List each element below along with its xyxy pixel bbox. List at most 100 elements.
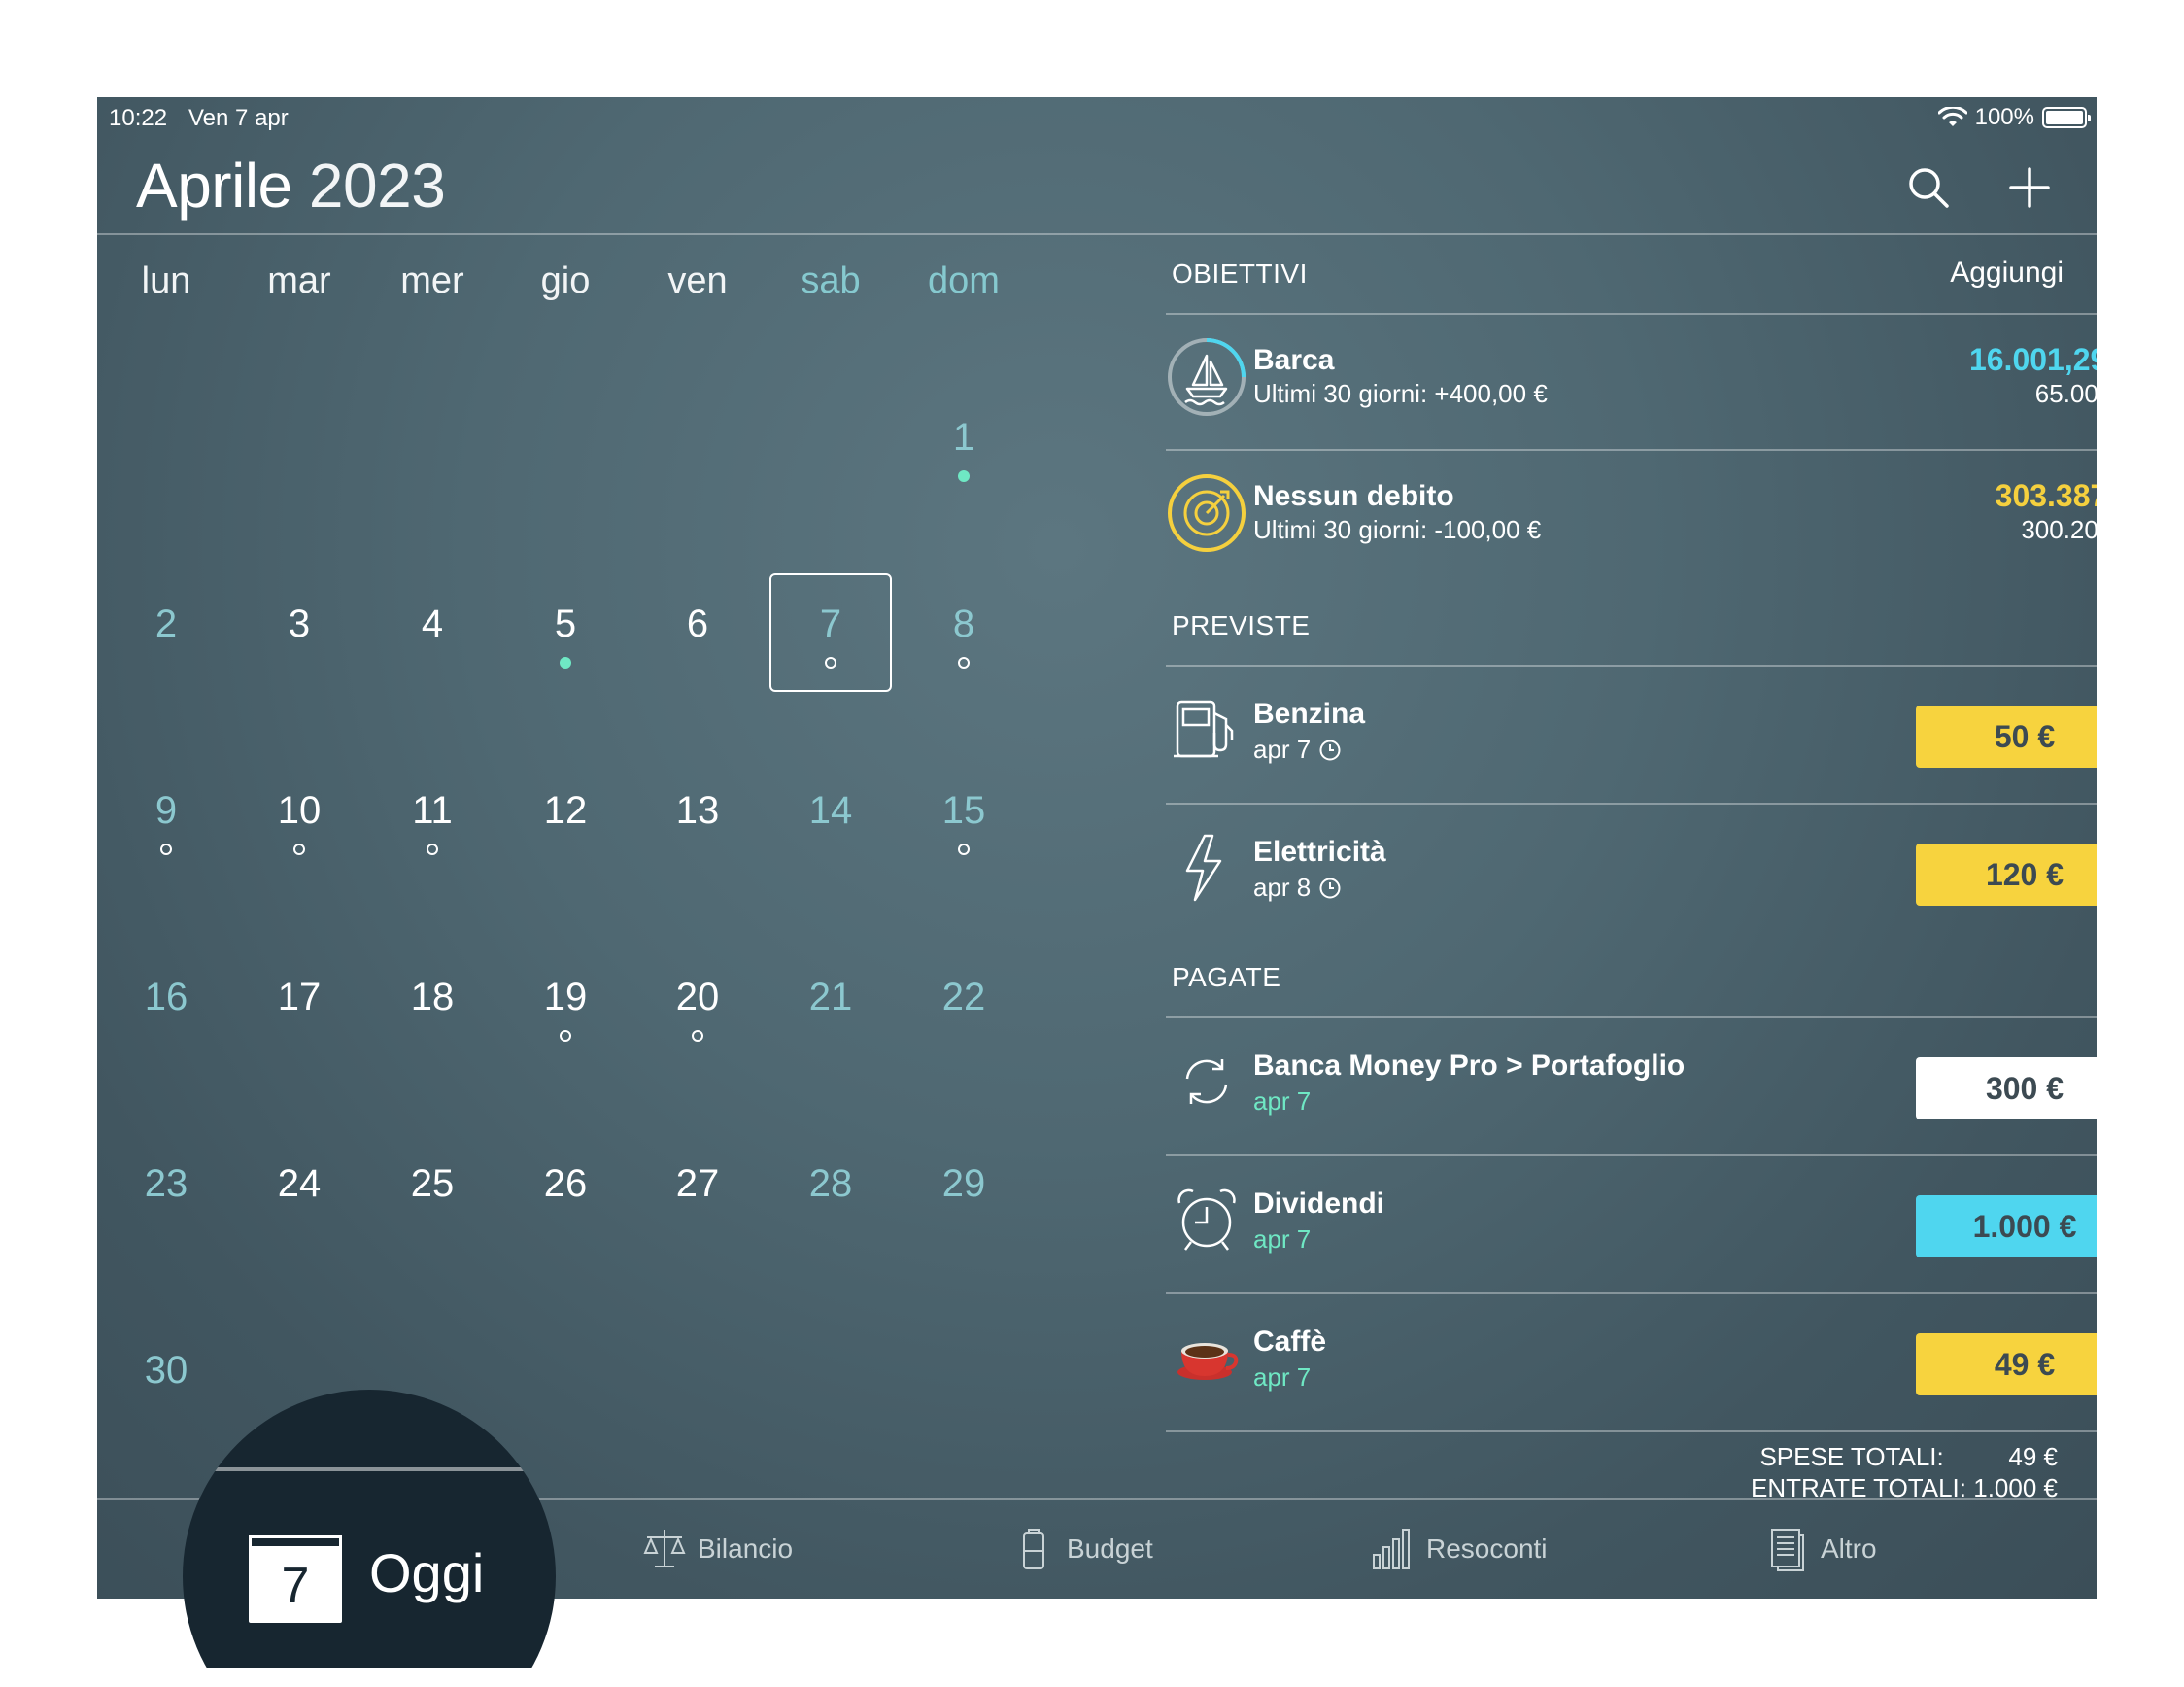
sailboat-icon [1168,338,1246,416]
calendar-day-9[interactable]: 9 [100,764,232,884]
day-number: 18 [410,976,455,1018]
bar-chart-icon [1373,1529,1410,1569]
day-number: 13 [675,789,720,832]
goals-title: OBIETTIVI [1172,258,1308,289]
calendar-day-27[interactable]: 27 [631,1137,764,1257]
day-number: 11 [412,789,453,832]
battery-icon [1023,1529,1044,1569]
day-number: 29 [941,1162,986,1205]
header: Aprile 2023 [97,136,2097,235]
calendar-day-29[interactable]: 29 [898,1137,1030,1257]
event-dot [160,844,172,855]
status-date: Ven 7 apr [188,105,289,131]
day-number: 10 [277,789,322,832]
fuel-pump-icon [1174,700,1234,758]
tab-label: Resoconti [1426,1533,1548,1564]
paid-amount: 49 € [1916,1333,2097,1395]
lightning-icon [1185,834,1222,902]
calendar-day-30[interactable]: 30 [100,1324,232,1444]
goal-amount: 303.387 € [1995,478,2097,513]
page-title: Aprile 2023 [136,150,446,222]
tab-label: Oggi [369,1542,485,1603]
calendar-day-24[interactable]: 24 [233,1137,365,1257]
planned-name: Elettricità [1253,836,1386,868]
summary-panel: OBIETTIVI Aggiungi Barca Ultimi 30 giorn… [1069,235,2097,1596]
event-dot [560,1030,571,1042]
add-goal-button[interactable]: Aggiungi [1950,257,2064,290]
paid-row-dividendi[interactable]: Dividendi apr 7 1.000 € [1166,1156,2097,1292]
clock-icon [1319,740,1341,760]
day-number: 6 [686,602,709,645]
day-number: 16 [144,976,188,1018]
status-time: 10:22 [109,105,168,131]
calendar-day-26[interactable]: 26 [499,1137,631,1257]
goal-row-barca[interactable]: Barca Ultimi 30 giorni: +400,00 € 16.001… [1166,315,2097,451]
add-icon[interactable] [2005,163,2054,212]
calendar-day-6[interactable]: 6 [631,577,764,698]
paid-date: apr 7 [1253,1224,1312,1254]
tab-resoconti[interactable]: Resoconti [1370,1526,1548,1572]
calendar-day-28[interactable]: 28 [765,1137,897,1257]
paid-row-caffe[interactable]: Caffè apr 7 49 € [1166,1294,2097,1430]
planned-row-elettricita[interactable]: Elettricità apr 8 120 € [1166,805,2097,941]
calendar-day-14[interactable]: 14 [765,764,897,884]
day-number: 9 [154,789,178,832]
app-window: 10:22 Ven 7 apr 100% Aprile 2023 lun mar… [97,97,2097,1599]
planned-amount: 50 € [1916,706,2097,768]
calendar-day-22[interactable]: 22 [898,950,1030,1071]
clock-icon [1319,878,1341,898]
planned-name: Benzina [1253,698,1366,730]
status-indicators: 100% [1937,104,2091,131]
planned-title: PREVISTE [1172,610,1311,640]
calendar-day-2[interactable]: 2 [100,577,232,698]
title-year: 2023 [308,151,446,221]
calendar-day-15[interactable]: 15 [898,764,1030,884]
status-bar: 10:22 Ven 7 apr 100% [97,97,2097,136]
calendar-day-5[interactable]: 5 [499,577,631,698]
title-month: Aprile [136,151,292,221]
calendar-day-16[interactable]: 16 [100,950,232,1071]
event-dot [958,844,970,855]
calendar-day-12[interactable]: 12 [499,764,631,884]
scale-icon [643,1530,686,1567]
goal-sub: Ultimi 30 giorni: -100,00 € [1253,515,1542,544]
transfer-icon [1185,1059,1228,1104]
calendar-day-4[interactable]: 4 [366,577,498,698]
calendar-day-18[interactable]: 18 [366,950,498,1071]
goal-name: Nessun debito [1253,480,1454,512]
tab-bilancio[interactable]: Bilancio [641,1526,793,1572]
day-number: 20 [675,976,720,1018]
day-number: 25 [410,1162,455,1205]
total-expenses: SPESE TOTALI: 49 € [1759,1442,2058,1472]
paid-title: PAGATE [1172,962,1281,992]
month-calendar: lun mar mer gio ven sab dom 1 2 3 4 5 6 7 8 9 10 1… [97,235,1104,1596]
tab-budget[interactable]: Budget [1010,1526,1153,1572]
goal-target: 65.000 € [2034,379,2097,408]
day-number: 23 [144,1162,188,1205]
calendar-day-19[interactable]: 19 [499,950,631,1071]
paid-row-transfer[interactable]: Banca Money Pro > Portafoglio apr 7 300 … [1166,1018,2097,1154]
calendar-day-20[interactable]: 20 [631,950,764,1071]
event-dot [692,1030,703,1042]
selected-day-indicator [769,573,892,692]
calendar-day-17[interactable]: 17 [233,950,365,1071]
calendar-day-3[interactable]: 3 [233,577,365,698]
calendar-day-1[interactable]: 1 [898,391,1030,511]
tab-altro[interactable]: Altro [1764,1526,1877,1572]
calendar-day-8[interactable]: 8 [898,577,1030,698]
calendar-day-10[interactable]: 10 [233,764,365,884]
wifi-icon [1937,107,1967,126]
calendar-day-13[interactable]: 13 [631,764,764,884]
calendar-day-25[interactable]: 25 [366,1137,498,1257]
calendar-day-21[interactable]: 21 [765,950,897,1071]
paid-name: Dividendi [1253,1188,1385,1220]
goal-row-nessun-debito[interactable]: Nessun debito Ultimi 30 giorni: -100,00 … [1166,451,2097,587]
planned-row-benzina[interactable]: Benzina apr 7 50 € [1166,667,2097,803]
day-number: 17 [277,976,322,1018]
search-icon[interactable] [1904,163,1953,212]
event-dot [958,470,970,482]
planned-amount: 120 € [1916,844,2097,906]
calendar-day-23[interactable]: 23 [100,1137,232,1257]
alarm-clock-icon [1177,1188,1236,1251]
calendar-day-11[interactable]: 11 [366,764,498,884]
